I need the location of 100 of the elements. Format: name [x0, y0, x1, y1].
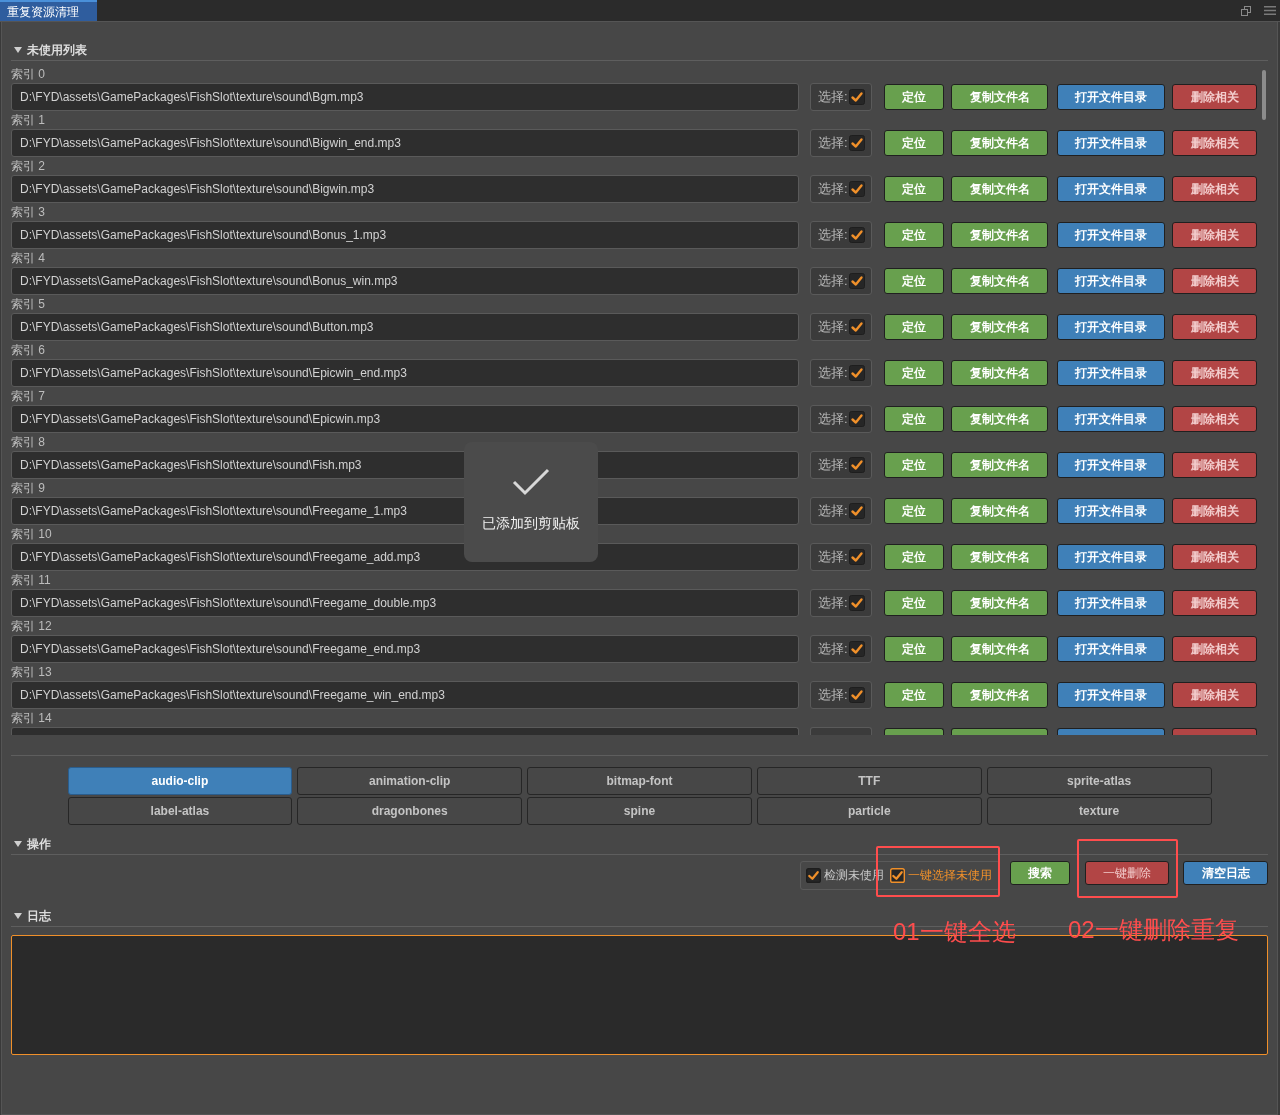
- asset-type-tab[interactable]: sprite-atlas: [986, 767, 1212, 795]
- path-field[interactable]: [11, 727, 799, 735]
- asset-type-tab[interactable]: animation-clip: [297, 767, 523, 795]
- asset-type-tab[interactable]: texture: [986, 797, 1212, 825]
- path-field[interactable]: D:\FYD\assets\GamePackages\FishSlot\texture\sound\Button.mp3: [11, 313, 799, 341]
- locate-button[interactable]: [884, 728, 944, 735]
- copy-name-button[interactable]: 复制文件名: [951, 406, 1048, 432]
- open-folder-button[interactable]: 打开文件目录: [1057, 360, 1165, 386]
- restore-icon[interactable]: [1241, 5, 1251, 16]
- copy-name-button[interactable]: 复制文件名: [951, 498, 1048, 524]
- copy-name-button[interactable]: 复制文件名: [951, 84, 1048, 110]
- delete-button[interactable]: 删除相关: [1172, 636, 1257, 662]
- open-folder-button[interactable]: 打开文件目录: [1057, 498, 1165, 524]
- delete-button[interactable]: 删除相关: [1172, 682, 1257, 708]
- section-title[interactable]: 操作: [27, 835, 51, 853]
- checkbox[interactable]: [848, 319, 865, 335]
- copy-name-button[interactable]: 复制文件名: [951, 130, 1048, 156]
- delete-button[interactable]: [1172, 728, 1257, 735]
- delete-button[interactable]: 删除相关: [1172, 544, 1257, 570]
- path-field[interactable]: D:\FYD\assets\GamePackages\FishSlot\texture\sound\Freegame_double.mp3: [11, 589, 799, 617]
- open-folder-button[interactable]: 打开文件目录: [1057, 406, 1165, 432]
- open-folder-button[interactable]: 打开文件目录: [1057, 544, 1165, 570]
- locate-button[interactable]: 定位: [884, 268, 944, 294]
- locate-button[interactable]: 定位: [884, 636, 944, 662]
- delete-button[interactable]: 删除相关: [1172, 222, 1257, 248]
- checkbox[interactable]: [848, 227, 865, 243]
- path-field[interactable]: D:\FYD\assets\GamePackages\FishSlot\texture\sound\Bigwin_end.mp3: [11, 129, 799, 157]
- open-folder-button[interactable]: 打开文件目录: [1057, 314, 1165, 340]
- locate-button[interactable]: 定位: [884, 498, 944, 524]
- path-field[interactable]: D:\FYD\assets\GamePackages\FishSlot\texture\sound\Freegame_end.mp3: [11, 635, 799, 663]
- copy-name-button[interactable]: 复制文件名: [951, 268, 1048, 294]
- copy-name-button[interactable]: 复制文件名: [951, 636, 1048, 662]
- copy-name-button[interactable]: 复制文件名: [951, 176, 1048, 202]
- path-field[interactable]: D:\FYD\assets\GamePackages\FishSlot\texture\sound\Bonus_1.mp3: [11, 221, 799, 249]
- copy-name-button[interactable]: 复制文件名: [951, 314, 1048, 340]
- delete-button[interactable]: 删除相关: [1172, 130, 1257, 156]
- path-field[interactable]: D:\FYD\assets\GamePackages\FishSlot\texture\sound\Epicwin_end.mp3: [11, 359, 799, 387]
- caret-icon[interactable]: [14, 46, 22, 54]
- tab[interactable]: 重复资源清理: [0, 0, 97, 21]
- delete-button[interactable]: 删除相关: [1172, 176, 1257, 202]
- delete-button[interactable]: 删除相关: [1172, 360, 1257, 386]
- checkbox[interactable]: [848, 181, 865, 197]
- checkbox[interactable]: [848, 89, 865, 105]
- copy-name-button[interactable]: 复制文件名: [951, 544, 1048, 570]
- open-folder-button[interactable]: 打开文件目录: [1057, 452, 1165, 478]
- checkbox[interactable]: [848, 273, 865, 289]
- checkbox[interactable]: [848, 595, 865, 611]
- section-title[interactable]: 未使用列表: [27, 41, 87, 59]
- delete-button[interactable]: 删除相关: [1172, 590, 1257, 616]
- locate-button[interactable]: 定位: [884, 452, 944, 478]
- delete-button[interactable]: 删除相关: [1172, 314, 1257, 340]
- delete-button[interactable]: 删除相关: [1172, 268, 1257, 294]
- path-field[interactable]: D:\FYD\assets\GamePackages\FishSlot\texture\sound\Bonus_win.mp3: [11, 267, 799, 295]
- path-field[interactable]: D:\FYD\assets\GamePackages\FishSlot\texture\sound\Bigwin.mp3: [11, 175, 799, 203]
- open-folder-button[interactable]: 打开文件目录: [1057, 130, 1165, 156]
- delete-button[interactable]: 删除相关: [1172, 84, 1257, 110]
- delete-all-button[interactable]: 一键删除: [1085, 861, 1169, 885]
- menu-icon[interactable]: [1264, 6, 1276, 15]
- checkbox[interactable]: [848, 687, 865, 703]
- path-field[interactable]: D:\FYD\assets\GamePackages\FishSlot\texture\sound\Freegame_win_end.mp3: [11, 681, 799, 709]
- copy-name-button[interactable]: 复制文件名: [951, 222, 1048, 248]
- checkbox[interactable]: [848, 549, 865, 565]
- locate-button[interactable]: 定位: [884, 406, 944, 432]
- asset-type-tab[interactable]: particle: [756, 797, 982, 825]
- asset-type-tab[interactable]: bitmap-font: [527, 767, 752, 795]
- asset-type-tab[interactable]: dragonbones: [297, 797, 523, 825]
- checkbox[interactable]: [848, 503, 865, 519]
- delete-button[interactable]: 删除相关: [1172, 452, 1257, 478]
- copy-name-button[interactable]: [951, 728, 1048, 735]
- locate-button[interactable]: 定位: [884, 176, 944, 202]
- open-folder-button[interactable]: 打开文件目录: [1057, 268, 1165, 294]
- locate-button[interactable]: 定位: [884, 360, 944, 386]
- checkbox[interactable]: [848, 365, 865, 381]
- path-field[interactable]: D:\FYD\assets\GamePackages\FishSlot\texture\sound\Epicwin.mp3: [11, 405, 799, 433]
- open-folder-button[interactable]: 打开文件目录: [1057, 176, 1165, 202]
- asset-type-tab[interactable]: spine: [527, 797, 752, 825]
- checkbox[interactable]: [890, 868, 905, 883]
- locate-button[interactable]: 定位: [884, 314, 944, 340]
- checkbox[interactable]: [806, 868, 821, 883]
- locate-button[interactable]: 定位: [884, 544, 944, 570]
- asset-type-tab[interactable]: TTF: [756, 767, 982, 795]
- scrollbar[interactable]: [1262, 70, 1266, 120]
- copy-name-button[interactable]: 复制文件名: [951, 452, 1048, 478]
- locate-button[interactable]: 定位: [884, 682, 944, 708]
- locate-button[interactable]: 定位: [884, 84, 944, 110]
- search-button[interactable]: 搜索: [1010, 861, 1070, 885]
- open-folder-button[interactable]: 打开文件目录: [1057, 590, 1165, 616]
- copy-name-button[interactable]: 复制文件名: [951, 590, 1048, 616]
- delete-button[interactable]: 删除相关: [1172, 498, 1257, 524]
- checkbox-label[interactable]: 一键选择未使用: [908, 867, 992, 884]
- caret-icon[interactable]: [14, 840, 22, 848]
- checkbox[interactable]: [848, 457, 865, 473]
- open-folder-button[interactable]: [1057, 728, 1165, 735]
- clear-log-button[interactable]: 清空日志: [1183, 861, 1268, 885]
- checkbox[interactable]: [848, 135, 865, 151]
- checkbox[interactable]: [848, 411, 865, 427]
- copy-name-button[interactable]: 复制文件名: [951, 360, 1048, 386]
- open-folder-button[interactable]: 打开文件目录: [1057, 636, 1165, 662]
- checkbox[interactable]: [848, 641, 865, 657]
- section-title[interactable]: 日志: [27, 907, 51, 925]
